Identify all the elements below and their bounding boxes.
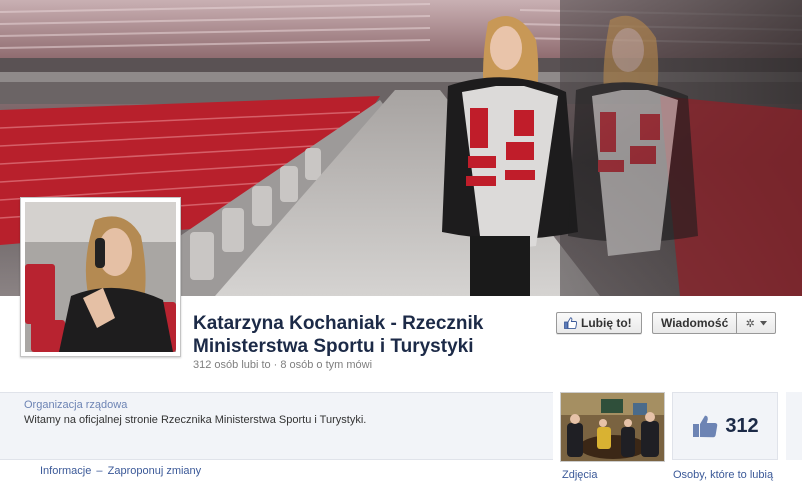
likes-count: 312 bbox=[725, 414, 759, 437]
like-button[interactable]: Lubię to! bbox=[556, 312, 642, 334]
message-actions: Wiadomość ✲ bbox=[652, 312, 777, 334]
message-button[interactable]: Wiadomość bbox=[652, 312, 737, 334]
profile-photo-image bbox=[25, 202, 176, 352]
likes-thumb-icon bbox=[693, 415, 718, 438]
like-button-label: Lubię to! bbox=[581, 316, 632, 330]
stats-separator: · bbox=[273, 359, 278, 371]
message-button-label: Wiadomość bbox=[661, 316, 729, 330]
likes-stat[interactable]: 312 osób lubi to bbox=[193, 359, 271, 371]
about-box: Organizacja rządowa Witamy na oficjalnej… bbox=[0, 392, 553, 460]
photos-thumbnail-image bbox=[561, 393, 664, 461]
photos-tile[interactable] bbox=[560, 392, 665, 462]
likes-link[interactable]: Osoby, które to lubią bbox=[673, 469, 773, 481]
page-category[interactable]: Organizacja rządowa bbox=[24, 399, 127, 411]
info-links: Informacje – Zaproponuj zmiany bbox=[40, 465, 201, 477]
talking-about-stat: 8 osób o tym mówi bbox=[280, 359, 373, 371]
about-text: Witamy na oficjalnej stronie Rzecznika M… bbox=[24, 414, 367, 426]
page-title: Katarzyna Kochaniak - Rzecznik Ministers… bbox=[193, 313, 484, 357]
thumbs-up-icon bbox=[564, 317, 577, 329]
link-separator: – bbox=[96, 465, 103, 477]
gear-icon: ✲ bbox=[745, 317, 755, 330]
info-link[interactable]: Informacje bbox=[40, 465, 91, 477]
options-dropdown-button[interactable]: ✲ bbox=[736, 312, 777, 334]
page-stats: 312 osób lubi to · 8 osób o tym mówi bbox=[193, 359, 372, 371]
likes-tile[interactable]: 312 bbox=[672, 392, 778, 460]
suggest-edits-link[interactable]: Zaproponuj zmiany bbox=[108, 465, 202, 477]
tile-gap bbox=[786, 392, 802, 460]
photos-link[interactable]: Zdjęcia bbox=[562, 469, 597, 481]
caret-down-icon bbox=[759, 320, 767, 325]
profile-picture[interactable] bbox=[20, 197, 181, 357]
